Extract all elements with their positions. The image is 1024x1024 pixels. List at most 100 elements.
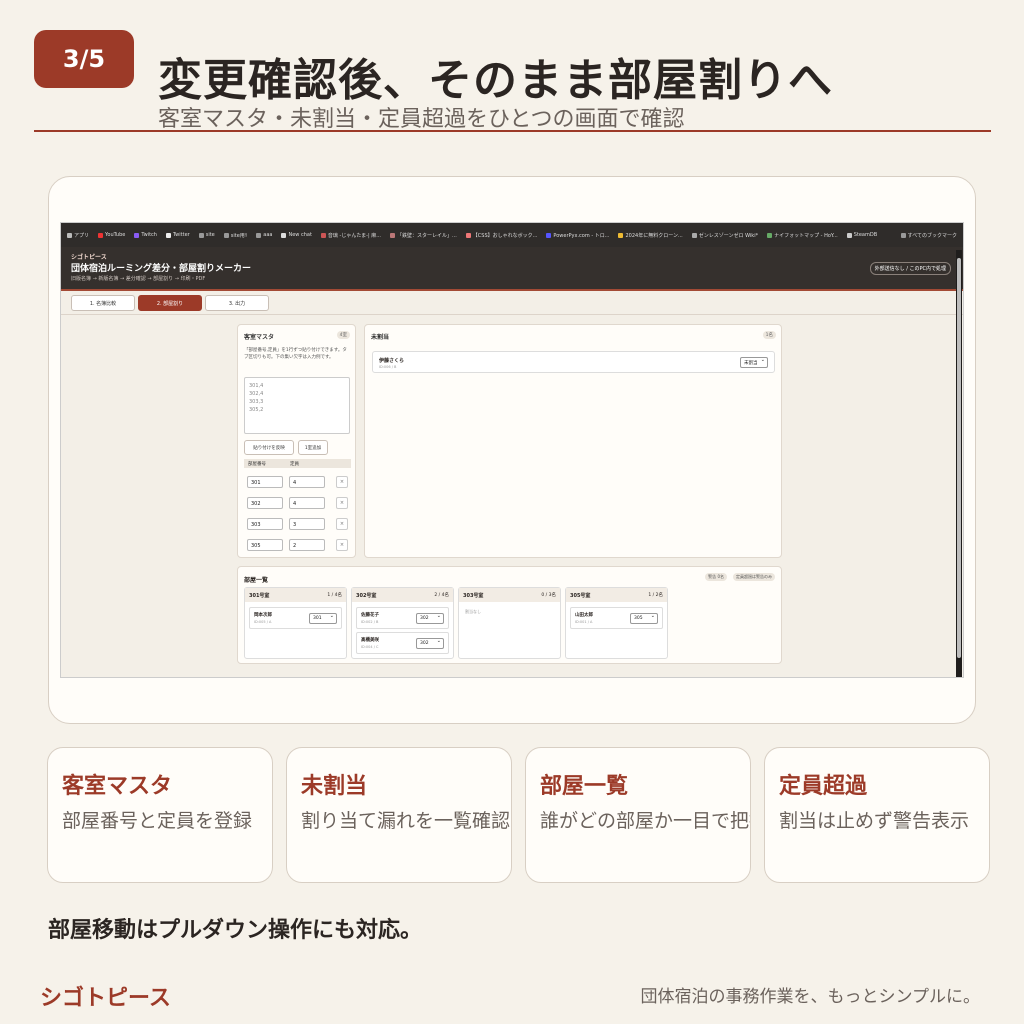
guest-id: ID:004 / C [361, 645, 379, 649]
feature-card-room-master: 客室マスタ 部屋番号と定員を登録 [47, 747, 273, 883]
bookmark-twitter[interactable]: Twitter [165, 232, 190, 238]
tab-rooming[interactable]: 2. 部屋割り [138, 295, 202, 311]
textarea-line: 303,3 [249, 399, 264, 405]
unassigned-card: 未割当 1名 伊藤さくら ID:006 / B 未割当 [364, 324, 782, 558]
col-room-number: 部屋番号 [248, 462, 266, 467]
room-name: 303号室 [463, 593, 484, 599]
bookmark-10[interactable]: 【CSS】おしゃれなボック... [465, 232, 537, 239]
bookmark-label: すべてのブックマーク [907, 232, 957, 239]
steam-icon [846, 232, 852, 238]
room-paste-textarea[interactable]: 301,4 302,4 303,3 305,2 [244, 377, 350, 434]
room-master-description: 「部屋番号,定員」を1行ずつ貼り付けできます。タブ区切りも可。下の集い欠字は入力… [244, 348, 347, 360]
page-title: 変更確認後、そのまま部屋割りへ [158, 55, 833, 106]
bookmark-label: aaa [263, 232, 273, 238]
site-icon [320, 232, 326, 238]
feature-desc: 割当は止めず警告表示 [779, 810, 970, 832]
room-occupancy: 2 / 4名 [434, 593, 449, 598]
bookmark-9[interactable]: 「鉄壁：スターレイル」... [390, 232, 457, 239]
bookmark-label: PowerPyx.com - トロ... [553, 232, 610, 239]
chat-icon [281, 232, 287, 238]
bookmark-15[interactable]: SteamDB [846, 232, 877, 238]
privacy-badge: 外部送信なし / このPC内で処理 [869, 262, 951, 275]
room-list-title: 部屋一覧 [244, 577, 269, 584]
tab-divider [61, 314, 963, 315]
all-bookmarks[interactable]: すべてのブックマーク [900, 232, 963, 239]
room-select[interactable]: 302 [416, 613, 444, 624]
capacity-input[interactable]: 4 [289, 497, 325, 509]
scrollbar[interactable] [956, 250, 962, 677]
feature-card-room-list: 部屋一覧 誰がどの部屋か一目で把握 [525, 747, 751, 883]
guest-id: ID:001 / A [575, 620, 593, 624]
feature-title: 部屋一覧 [540, 774, 629, 799]
capacity-input[interactable]: 4 [289, 476, 325, 488]
room-select[interactable]: 302 [416, 638, 444, 649]
overflow-note-chip: 定員超過は警告のみ [733, 573, 775, 581]
add-room-button[interactable]: 1室追加 [298, 440, 328, 455]
remove-room-button[interactable]: × [336, 497, 348, 509]
tab-output[interactable]: 3. 出力 [205, 295, 269, 311]
app-title: 団体宿泊ルーミング差分・部屋割りメーカー [71, 264, 252, 274]
tab-compare[interactable]: 1. 名簿比較 [71, 295, 135, 311]
scrollbar-thumb[interactable] [957, 258, 961, 658]
header-divider [34, 130, 991, 132]
room-table-header: 部屋番号 定員 [244, 459, 351, 468]
bookmark-twitch[interactable]: Twitch [134, 232, 157, 238]
bookmark-label: Twitter [172, 232, 190, 238]
list-item[interactable]: 岡本次郎 ID:005 / A 301 [249, 607, 342, 629]
room-select[interactable]: 305 [630, 613, 658, 624]
feature-title: 未割当 [301, 774, 368, 799]
room-number-input[interactable]: 305 [247, 539, 283, 551]
room-list-card: 部屋一覧 警告 0名 定員超過は警告のみ 301号室 1 / 4名 岡本次郎 I… [237, 566, 782, 664]
bookmark-11[interactable]: PowerPyx.com - トロ... [546, 232, 609, 239]
bookmark-label: New chat [288, 232, 312, 238]
folder-icon [198, 232, 204, 238]
table-row: 303 3 × [244, 516, 351, 532]
room-name: 301号室 [249, 593, 270, 599]
step-tabs: 1. 名簿比較 2. 部屋割り 3. 出力 [71, 295, 269, 311]
room-number-input[interactable]: 303 [247, 518, 283, 530]
bookmark-youtube[interactable]: YouTube [98, 232, 125, 238]
room-select[interactable]: 301 [309, 613, 337, 624]
bookmark-site[interactable]: site [198, 232, 215, 238]
bookmark-14[interactable]: ナイフォットマップ - HoY... [767, 232, 838, 239]
bookmark-8[interactable]: 音璃 -じゃんたま-| 麻... [320, 232, 381, 239]
twitch-icon [134, 232, 140, 238]
x-icon [165, 232, 171, 238]
table-row: 305 2 × [244, 537, 351, 553]
app-screenshot: アプリ YouTube Twitch Twitter site site用ﾘ a… [60, 222, 964, 678]
remove-room-button[interactable]: × [336, 518, 348, 530]
step-badge: 3/5 [34, 30, 134, 88]
bookmark-label: アプリ [74, 232, 90, 239]
capacity-input[interactable]: 3 [289, 518, 325, 530]
room-number-input[interactable]: 302 [247, 497, 283, 509]
textarea-line: 302,4 [249, 391, 264, 397]
site-icon [390, 232, 396, 238]
guest-id: ID:006 / B [379, 365, 397, 369]
room-select[interactable]: 未割当 [740, 357, 768, 368]
app-header: シゴトピース 団体宿泊ルーミング差分・部屋割りメーカー 旧版名簿 → 新版名簿 … [61, 247, 963, 289]
capacity-input[interactable]: 2 [289, 539, 325, 551]
room-number-input[interactable]: 301 [247, 476, 283, 488]
bookmark-label: YouTube [105, 232, 126, 238]
bookmarks-bar: アプリ YouTube Twitch Twitter site site用ﾘ a… [61, 223, 963, 247]
remove-room-button[interactable]: × [336, 539, 348, 551]
list-item[interactable]: 山田太郎 ID:001 / A 305 [570, 607, 663, 629]
workflow-steps: 旧版名簿 → 新版名簿 → 差分確認 → 部屋割り → 印刷・PDF [71, 276, 206, 282]
bookmark-aaa[interactable]: aaa [256, 232, 272, 238]
room-count-badge: 4室 [336, 331, 350, 339]
bookmark-12[interactable]: 2024年に無料クローン... [618, 232, 683, 239]
table-row: 302 4 × [244, 495, 351, 511]
folder-icon [900, 232, 906, 238]
list-item[interactable]: 高橋美咲 ID:004 / C 302 [356, 632, 449, 654]
bookmark-label: 「鉄壁：スターレイル」... [397, 232, 457, 239]
remove-room-button[interactable]: × [336, 476, 348, 488]
apply-paste-button[interactable]: 貼り付けを反映 [244, 440, 294, 455]
bookmark-new-chat[interactable]: New chat [281, 232, 312, 238]
site-icon [546, 232, 552, 238]
bookmark-site-sub[interactable]: site用ﾘ [223, 232, 247, 239]
bookmark-13[interactable]: ゼンレスゾーンゼロ Wiki* [691, 232, 758, 239]
bookmark-apps[interactable]: アプリ [67, 232, 89, 239]
feature-card-overcapacity: 定員超過 割当は止めず警告表示 [764, 747, 990, 883]
list-item[interactable]: 伊藤さくら ID:006 / B 未割当 [372, 351, 775, 373]
list-item[interactable]: 佐藤花子 ID:002 / B 302 [356, 607, 449, 629]
